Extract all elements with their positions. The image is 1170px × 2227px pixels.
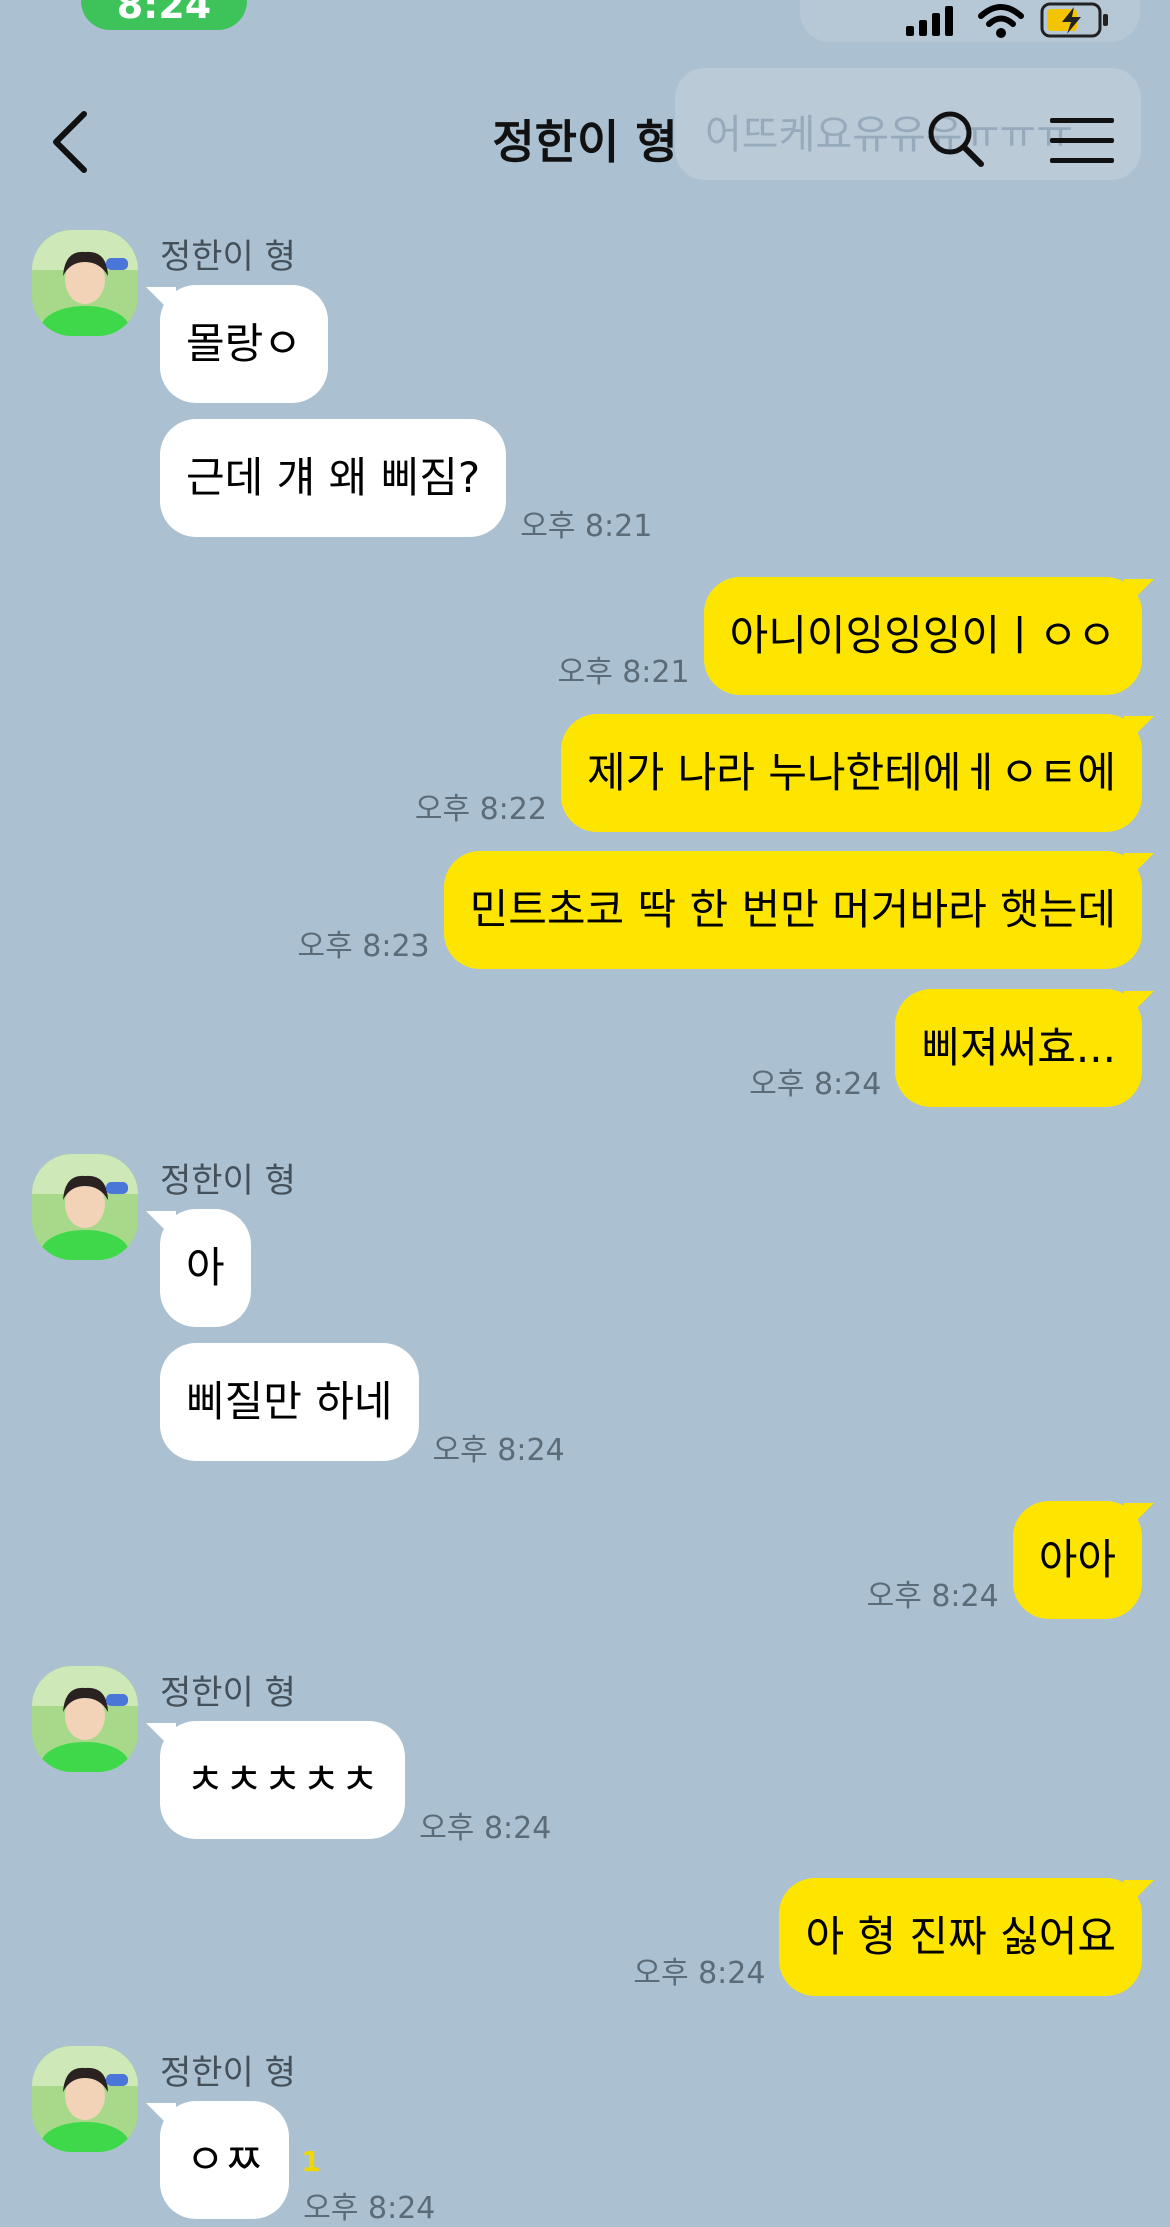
menu-icon[interactable]	[1050, 116, 1114, 166]
avatar-image	[32, 1666, 138, 1772]
battery-icon	[1040, 2, 1108, 38]
search-icon[interactable]	[925, 108, 985, 168]
message-timestamp: 오후 8:21	[557, 655, 690, 690]
incoming-message-bubble[interactable]: ㅊㅊㅊㅊㅊ	[160, 1721, 406, 1839]
sender-name: 정한이 형	[160, 2053, 296, 2093]
message-timestamp: 오후 8:24	[633, 1956, 766, 1991]
avatar-image	[32, 1154, 138, 1260]
message-timestamp: 오후 8:24	[303, 2191, 436, 2226]
outgoing-message-bubble[interactable]: 삐져써효...	[895, 989, 1142, 1107]
avatar[interactable]	[32, 1666, 138, 1772]
message-timestamp: 오후 8:24	[419, 1811, 552, 1846]
message-timestamp: 오후 8:24	[866, 1579, 999, 1614]
avatar-image	[32, 230, 138, 336]
sender-name: 정한이 형	[160, 1161, 296, 1201]
outgoing-message-bubble[interactable]: 제가 나라 누나한테에ㅔㅇㅌ에	[560, 714, 1142, 832]
chat-title: 정한이 형	[492, 115, 678, 169]
sender-name: 정한이 형	[160, 1673, 296, 1713]
outgoing-message-bubble[interactable]: 민트초코 딱 한 번만 머거바라 햇는데	[443, 851, 1142, 969]
status-icons	[800, 0, 1140, 42]
message-timestamp: 오후 8:21	[520, 509, 653, 544]
incoming-message-bubble[interactable]: 아	[160, 1209, 251, 1327]
unread-count: 1	[301, 2145, 321, 2178]
wifi-icon	[978, 4, 1024, 38]
signal-icon	[906, 6, 953, 36]
avatar-image	[32, 2046, 138, 2152]
incoming-message-bubble[interactable]: ㅇㅉ	[160, 2101, 290, 2219]
avatar[interactable]	[32, 2046, 138, 2152]
incoming-message-bubble[interactable]: 몰랑ㅇ	[160, 285, 328, 403]
incoming-message-bubble[interactable]: 삐질만 하네	[160, 1343, 419, 1461]
outgoing-message-bubble[interactable]: 아 형 진짜 싫어요	[779, 1878, 1142, 1996]
message-timestamp: 오후 8:23	[297, 929, 430, 964]
outgoing-message-bubble[interactable]: 아아	[1012, 1501, 1142, 1619]
avatar[interactable]	[32, 1154, 138, 1260]
message-timestamp: 오후 8:22	[414, 792, 547, 827]
message-timestamp: 오후 8:24	[749, 1067, 882, 1102]
message-timestamp: 오후 8:24	[432, 1433, 565, 1468]
incoming-message-bubble[interactable]: 근데 걔 왜 삐짐?	[160, 419, 507, 537]
avatar[interactable]	[32, 230, 138, 336]
sender-name: 정한이 형	[160, 237, 296, 277]
status-time: 8:24	[81, 0, 247, 30]
outgoing-message-bubble[interactable]: 아니이잉잉잉이ㅣㅇㅇ	[703, 577, 1142, 695]
